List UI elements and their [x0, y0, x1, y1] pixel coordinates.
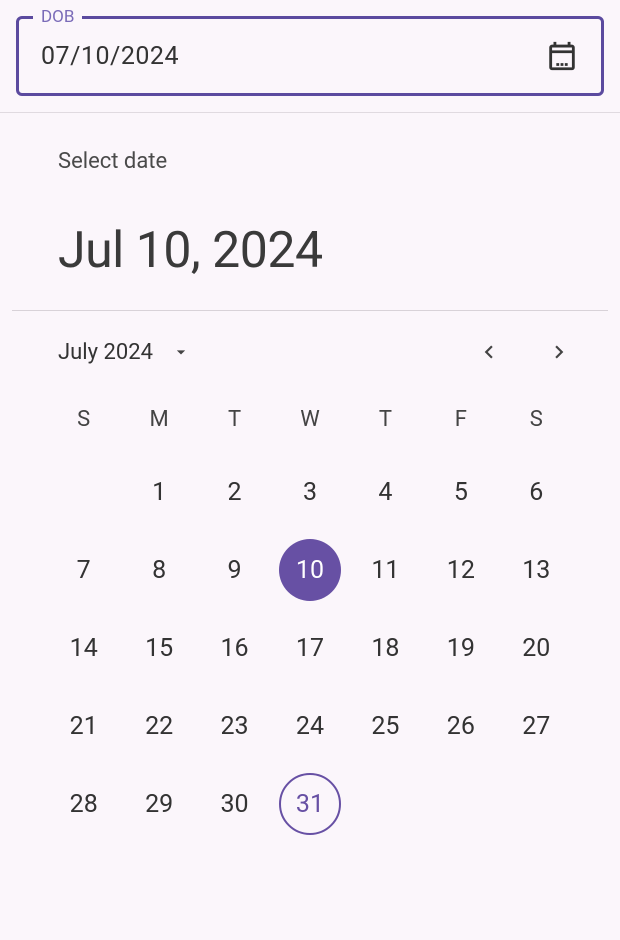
day-cell: 31 [272, 772, 347, 836]
day-cell: 25 [348, 694, 423, 758]
day-cell: 15 [121, 616, 196, 680]
day-cell: 3 [272, 460, 347, 524]
chevron-down-icon [171, 342, 191, 362]
date-picker-container: DOB 07/10/2024 Select date Jul 10, 2024 … [0, 16, 620, 940]
dob-input-label: DOB [33, 7, 82, 27]
day-cell: 22 [121, 694, 196, 758]
day-29[interactable]: 29 [128, 773, 190, 835]
prev-month-button[interactable] [476, 339, 502, 365]
weekday-header: S [499, 407, 574, 432]
weekday-header-row: SMTWTFS [46, 407, 574, 432]
day-cell: 20 [499, 616, 574, 680]
day-cell: 16 [197, 616, 272, 680]
next-month-button[interactable] [546, 339, 572, 365]
day-cell: 26 [423, 694, 498, 758]
day-18[interactable]: 18 [354, 617, 416, 679]
day-cell: 7 [46, 538, 121, 602]
divider [12, 310, 608, 311]
month-year-selector[interactable]: July 2024 [58, 340, 191, 365]
day-cell: 21 [46, 694, 121, 758]
day-cell: 19 [423, 616, 498, 680]
day-2[interactable]: 2 [204, 461, 266, 523]
day-cell: 9 [197, 538, 272, 602]
calendar-grid: SMTWTFS 12345678910111213141516171819202… [46, 407, 574, 836]
day-22[interactable]: 22 [128, 695, 190, 757]
day-cell: 8 [121, 538, 196, 602]
calendar-icon[interactable] [545, 39, 579, 73]
day-8[interactable]: 8 [128, 539, 190, 601]
day-cell: 2 [197, 460, 272, 524]
month-navigation: July 2024 [58, 339, 572, 365]
day-21[interactable]: 21 [53, 695, 115, 757]
day-cell: 10 [272, 538, 347, 602]
day-cell: 17 [272, 616, 347, 680]
day-cell: 30 [197, 772, 272, 836]
day-cell: 18 [348, 616, 423, 680]
weekday-header: W [272, 407, 347, 432]
day-27[interactable]: 27 [505, 695, 567, 757]
day-30[interactable]: 30 [204, 773, 266, 835]
day-26[interactable]: 26 [430, 695, 492, 757]
day-cell: 14 [46, 616, 121, 680]
divider [0, 112, 620, 113]
day-14[interactable]: 14 [53, 617, 115, 679]
day-1[interactable]: 1 [128, 461, 190, 523]
day-5[interactable]: 5 [430, 461, 492, 523]
dob-input-field[interactable]: DOB 07/10/2024 [16, 16, 604, 96]
day-20[interactable]: 20 [505, 617, 567, 679]
day-13[interactable]: 13 [505, 539, 567, 601]
day-cell: 24 [272, 694, 347, 758]
day-12[interactable]: 12 [430, 539, 492, 601]
day-cell: 12 [423, 538, 498, 602]
weekday-header: F [423, 407, 498, 432]
day-25[interactable]: 25 [354, 695, 416, 757]
weekday-header: S [46, 407, 121, 432]
day-31[interactable]: 31 [279, 773, 341, 835]
date-picker-panel: Select date Jul 10, 2024 July 2024 [0, 149, 620, 836]
dob-input-value: 07/10/2024 [41, 42, 179, 71]
day-24[interactable]: 24 [279, 695, 341, 757]
weekday-header: T [197, 407, 272, 432]
day-cell: 4 [348, 460, 423, 524]
weekday-header: T [348, 407, 423, 432]
day-cell: 23 [197, 694, 272, 758]
day-16[interactable]: 16 [204, 617, 266, 679]
day-9[interactable]: 9 [204, 539, 266, 601]
select-date-label: Select date [58, 149, 562, 174]
day-7[interactable]: 7 [53, 539, 115, 601]
headline-date: Jul 10, 2024 [58, 222, 562, 280]
weekday-header: M [121, 407, 196, 432]
day-cell-empty [46, 460, 121, 524]
day-cell: 27 [499, 694, 574, 758]
day-cell: 13 [499, 538, 574, 602]
day-10[interactable]: 10 [279, 539, 341, 601]
day-3[interactable]: 3 [279, 461, 341, 523]
day-17[interactable]: 17 [279, 617, 341, 679]
day-15[interactable]: 15 [128, 617, 190, 679]
day-19[interactable]: 19 [430, 617, 492, 679]
month-year-label: July 2024 [58, 340, 153, 365]
days-grid: 1234567891011121314151617181920212223242… [46, 460, 574, 836]
day-cell: 29 [121, 772, 196, 836]
day-cell: 5 [423, 460, 498, 524]
day-cell: 28 [46, 772, 121, 836]
day-cell: 6 [499, 460, 574, 524]
day-23[interactable]: 23 [204, 695, 266, 757]
day-cell: 11 [348, 538, 423, 602]
day-11[interactable]: 11 [354, 539, 416, 601]
day-4[interactable]: 4 [354, 461, 416, 523]
day-28[interactable]: 28 [53, 773, 115, 835]
day-cell: 1 [121, 460, 196, 524]
day-6[interactable]: 6 [505, 461, 567, 523]
month-nav-arrows [476, 339, 572, 365]
